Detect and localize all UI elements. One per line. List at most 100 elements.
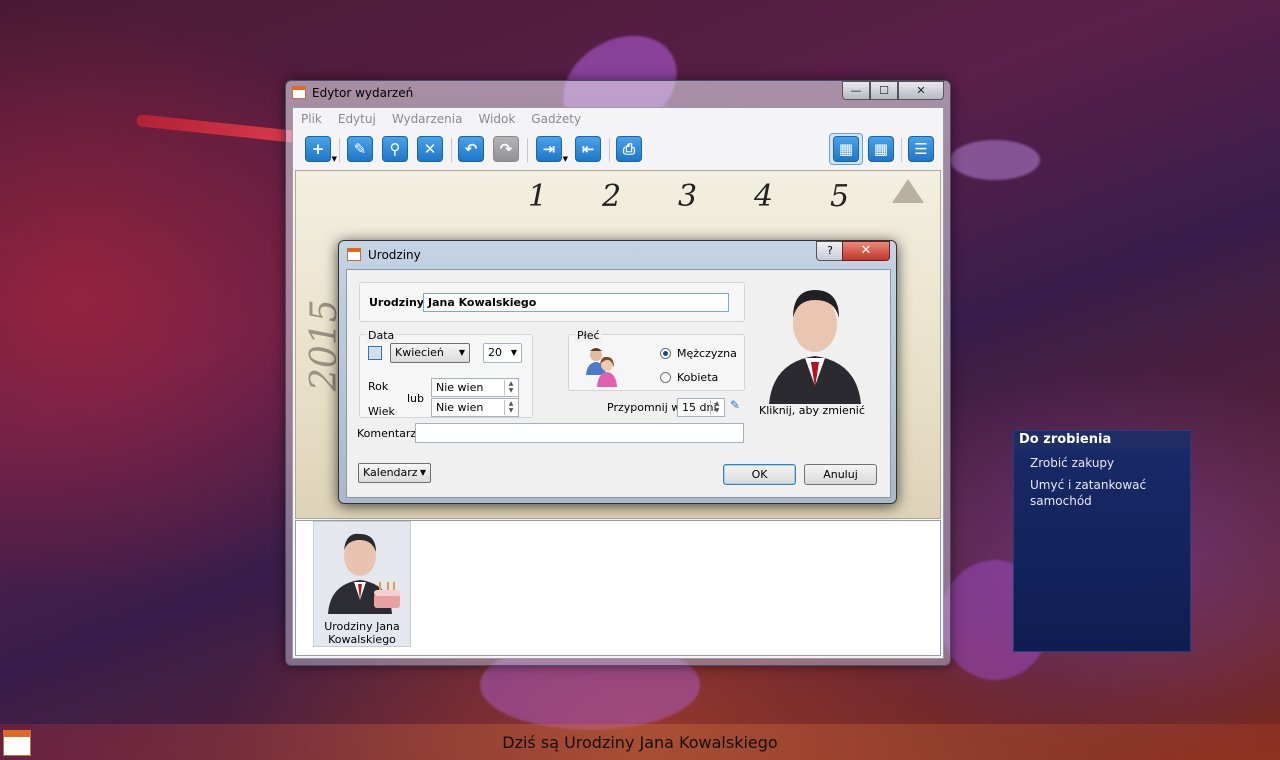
toolbar-separator (609, 138, 610, 162)
todo-gadget: Do zrobienia Zrobić zakupy Umyć i zatank… (1013, 430, 1191, 652)
import-icon: ⇤ (581, 140, 595, 158)
tree-view-button[interactable]: ☰ (908, 136, 934, 162)
remind-input[interactable]: 15 dni ▲ ▼ (677, 398, 725, 417)
dropdown-caret-icon: ▼ (562, 155, 568, 163)
calendar-icon (368, 346, 382, 360)
menu-widok[interactable]: Widok (470, 112, 523, 126)
name-group: Urodziny Jana Kowalskiego (359, 282, 745, 322)
menu-wydarzenia[interactable]: Wydarzenia (384, 112, 471, 126)
window-title: Edytor wydarzeń (312, 86, 414, 100)
name-label: Urodziny (369, 296, 424, 309)
print-button[interactable]: ⎙ (616, 136, 642, 162)
name-input[interactable]: Jana Kowalskiego (423, 293, 729, 312)
avatar-picker[interactable]: Kliknij, aby zmienić (755, 278, 881, 418)
calendar-day-number[interactable]: 1 (528, 179, 547, 214)
menu-edytuj[interactable]: Edytuj (330, 112, 384, 126)
menu-plik[interactable]: Plik (293, 112, 330, 126)
calendar-day-number[interactable]: 3 (678, 179, 697, 214)
toolbar-separator (901, 138, 902, 162)
calendar-type-select[interactable]: Kalendarz ▼ (358, 463, 431, 483)
comment-input[interactable] (415, 423, 744, 443)
plus-icon: + (311, 140, 325, 158)
undo-button[interactable]: ↶ (458, 136, 484, 162)
event-tile-label: Urodziny Jana Kowalskiego (314, 620, 410, 646)
toolbar-separator (451, 138, 452, 162)
maximize-button[interactable]: ☐ (870, 81, 898, 100)
month-view-button[interactable]: ▦ (829, 133, 863, 165)
calendar-grid-icon: ▦ (873, 140, 889, 158)
import-button[interactable]: ⇤ (575, 136, 601, 162)
redo-button[interactable]: ↷ (493, 136, 519, 162)
calendar-app-icon (292, 86, 306, 99)
male-radio[interactable] (660, 348, 671, 359)
event-tile[interactable]: Urodziny Jana Kowalskiego (313, 521, 411, 647)
people-icon (586, 348, 617, 387)
todo-item[interactable]: Zrobić zakupy (1030, 455, 1190, 471)
pencil-icon: ✎ (353, 140, 367, 158)
event-list-pane: Urodziny Jana Kowalskiego (295, 520, 941, 656)
spinner-arrows-icon[interactable]: ▲ ▼ (504, 380, 517, 395)
or-label: lub (407, 392, 425, 405)
birthday-dialog: Urodziny ? ✕ Urodziny Jana Kowalskiego D… (338, 240, 897, 504)
undo-icon: ↶ (464, 140, 478, 158)
minimize-button[interactable]: — (842, 81, 870, 100)
dialog-title: Urodziny (368, 248, 421, 262)
edit-event-button[interactable]: ✎ (347, 136, 373, 162)
edit-reminder-icon[interactable]: ✎ (730, 398, 740, 412)
calendar-grid-icon: ▦ (838, 140, 854, 158)
chevron-down-icon: ▼ (419, 468, 426, 477)
toolbar: + ▼ ✎ ⚲ ✕ ↶ ↷ ⇥ ▼ ⇤ ⎙ ▦ ▦ ☰ (293, 132, 943, 170)
female-label[interactable]: Kobieta (677, 371, 718, 384)
age-label: Wiek (368, 405, 395, 418)
redo-icon: ↷ (499, 140, 513, 158)
close-button[interactable]: ✕ (898, 81, 944, 100)
spinner-arrows-icon[interactable]: ▲ ▼ (710, 400, 723, 415)
event-tile-label-line: Urodziny Jana (324, 620, 400, 633)
find-event-button[interactable]: ⚲ (382, 136, 408, 162)
male-label[interactable]: Mężczyzna (677, 347, 737, 360)
spinner-arrows-icon[interactable]: ▲ ▼ (504, 400, 517, 415)
calendar-day-number[interactable]: 2 (602, 179, 621, 214)
dropdown-caret-icon: ▼ (331, 155, 337, 163)
calendar-day-number[interactable]: 5 (830, 179, 849, 214)
month-select-value: Kwiecień (395, 346, 444, 359)
avatar-caption: Kliknij, aby zmienić (759, 404, 865, 417)
ok-button[interactable]: OK (723, 464, 796, 485)
month-view-inner: ▦ (833, 136, 859, 162)
chevron-down-icon: ▼ (458, 348, 465, 357)
menu-gadzety[interactable]: Gadżety (523, 112, 589, 126)
birthday-person-icon (328, 533, 400, 614)
year-input-value: Nie wien (436, 381, 484, 394)
notification-bar: Dziś są Urodziny Jana Kowalskiego (0, 724, 1280, 760)
menu-bar: Plik Edytuj Wydarzenia Widok Gadżety (293, 108, 943, 130)
year-input[interactable]: Nie wien ▲ ▼ (431, 378, 519, 397)
printer-icon: ⎙ (622, 140, 635, 158)
dialog-body: Urodziny Jana Kowalskiego Data Kwiecień ▼… (346, 269, 891, 498)
search-icon: ⚲ (389, 140, 401, 158)
week-view-button[interactable]: ▦ (868, 136, 894, 162)
comment-label: Komentarz (357, 427, 417, 440)
event-tile-label-line: Kowalskiego (328, 633, 396, 646)
toolbar-separator (339, 138, 340, 162)
window-titlebar[interactable]: Edytor wydarzeń — ☐ ✕ (286, 81, 950, 103)
scroll-up-arrow-icon[interactable] (892, 179, 924, 203)
export-button[interactable]: ⇥ ▼ (536, 136, 568, 163)
female-radio[interactable] (660, 372, 671, 383)
day-select-value: 20 (488, 346, 502, 359)
wallpaper-petal (950, 140, 1040, 180)
age-input[interactable]: Nie wien ▲ ▼ (431, 398, 519, 417)
tree-list-icon: ☰ (914, 140, 928, 158)
year-label: Rok (368, 380, 389, 393)
delete-event-button[interactable]: ✕ (417, 136, 443, 162)
dialog-close-button[interactable]: ✕ (842, 241, 890, 261)
cancel-button[interactable]: Anuluj (804, 464, 877, 485)
add-event-button[interactable]: + ▼ (305, 136, 337, 163)
calendar-app-icon (347, 248, 361, 261)
calendar-day-number[interactable]: 4 (754, 179, 773, 214)
todo-item[interactable]: Umyć i zatankować samochód (1030, 477, 1170, 509)
age-input-value: Nie wien (436, 401, 484, 414)
day-select[interactable]: 20 ▼ (483, 343, 522, 363)
help-button[interactable]: ? (816, 241, 844, 261)
remind-label: Przypomnij w (607, 401, 681, 414)
month-select[interactable]: Kwiecień ▼ (390, 343, 470, 363)
